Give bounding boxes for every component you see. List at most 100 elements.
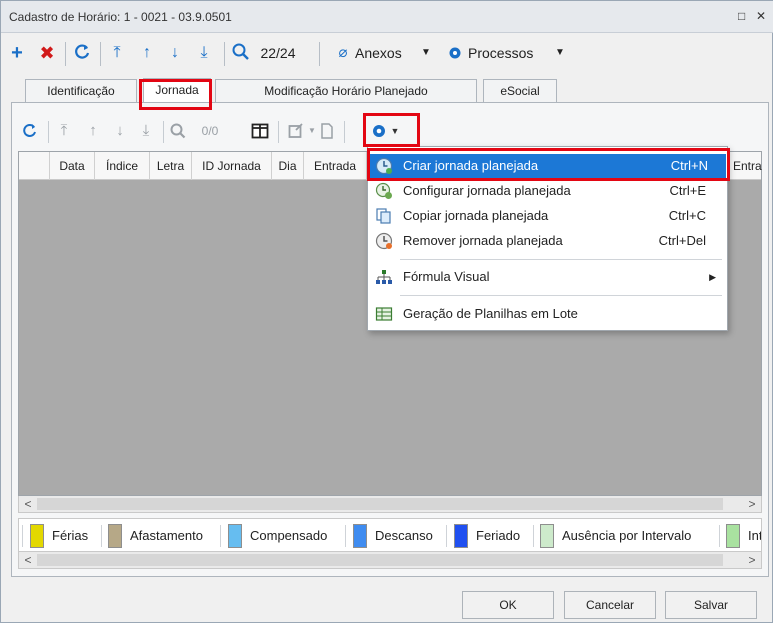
legend-swatch xyxy=(108,524,122,548)
remove-clock-icon xyxy=(375,232,393,250)
menu-item-label: Copiar jornada planejada xyxy=(403,208,549,223)
scrollbar-thumb[interactable] xyxy=(37,498,723,510)
legend-horizontal-scrollbar[interactable]: < > xyxy=(18,552,762,569)
scroll-left-icon[interactable]: < xyxy=(19,552,37,568)
legend-label: Ausência por Intervalo xyxy=(562,528,692,543)
create-clock-icon xyxy=(375,157,393,175)
cancel-button[interactable]: Cancelar xyxy=(564,591,656,619)
next-row-button[interactable]: ↓ xyxy=(112,120,128,142)
scroll-right-icon[interactable]: > xyxy=(743,552,761,568)
save-button[interactable]: Salvar xyxy=(665,591,757,619)
ok-button[interactable]: OK xyxy=(462,591,554,619)
previous-record-button[interactable]: ↑ xyxy=(138,42,156,64)
column-header[interactable]: Índice xyxy=(95,152,150,180)
column-header[interactable]: Dia xyxy=(272,152,304,180)
chevron-down-icon[interactable]: ▼ xyxy=(420,42,432,64)
window: Cadastro de Horário: 1 - 0021 - 03.9.050… xyxy=(0,0,773,623)
configure-clock-icon xyxy=(375,182,392,199)
previous-row-button[interactable]: ↑ xyxy=(85,120,101,142)
legend-label: Compensado xyxy=(250,528,328,543)
first-row-button[interactable]: ⤒ xyxy=(55,120,73,142)
processes-menu[interactable]: Processos xyxy=(468,42,548,64)
paperclip-icon: ⌀ xyxy=(338,44,348,61)
scroll-left-icon[interactable]: < xyxy=(19,496,37,512)
menu-item-label: Fórmula Visual xyxy=(403,269,490,284)
add-button[interactable]: + xyxy=(8,42,26,64)
gear-icon xyxy=(449,47,461,59)
main-toolbar: + ✖ ⤒ ↑ ↓ ⤓ 22/24 ⌀ Anexos ▼ Processos ▼ xyxy=(1,34,773,72)
row-indicator-header xyxy=(19,152,50,180)
legend-label: Descanso xyxy=(375,528,433,543)
refresh-icon xyxy=(23,124,36,137)
copy-icon xyxy=(376,208,391,224)
tab-identificacao[interactable]: Identificação xyxy=(25,79,137,102)
document-icon xyxy=(321,123,333,139)
menu-item-shortcut: Ctrl+E xyxy=(669,183,706,198)
menu-item-shortcut: Ctrl+Del xyxy=(658,233,706,248)
menu-item-label: Remover jornada planejada xyxy=(403,233,563,248)
menu-item-shortcut: Ctrl+C xyxy=(668,208,706,223)
close-button[interactable]: ✕ xyxy=(756,9,766,23)
menu-item-remover-jornada[interactable]: Remover jornada planejada Ctrl+Del xyxy=(369,229,726,253)
submenu-arrow-icon: ▶ xyxy=(709,272,716,282)
column-header[interactable]: ID Jornada xyxy=(192,152,272,180)
menu-item-shortcut: Ctrl+N xyxy=(670,158,708,173)
refresh-grid-button[interactable] xyxy=(21,120,41,142)
menu-item-copiar-jornada[interactable]: Copiar jornada planejada Ctrl+C xyxy=(369,204,726,228)
actions-gear-button[interactable] xyxy=(370,120,388,142)
title-bar: Cadastro de Horário: 1 - 0021 - 03.9.050… xyxy=(1,1,773,33)
column-layout-button[interactable] xyxy=(251,120,271,142)
legend-swatch xyxy=(454,524,468,548)
legend-swatch xyxy=(353,524,367,548)
legend-swatch xyxy=(30,524,44,548)
sub-toolbar: ⤒ ↑ ↓ ⤓ 0/0 ▼ ▼ xyxy=(11,114,769,148)
column-header[interactable]: Entra xyxy=(729,152,762,180)
legend-swatch xyxy=(540,524,554,548)
scrollbar-thumb[interactable] xyxy=(37,554,723,566)
refresh-icon xyxy=(75,44,90,59)
attachments-menu[interactable]: Anexos xyxy=(355,42,417,64)
legend-bar: Férias Afastamento Compensado Descanso F… xyxy=(18,518,762,552)
last-record-button[interactable]: ⤓ xyxy=(194,42,214,64)
formula-icon xyxy=(376,270,392,284)
window-title: Cadastro de Horário: 1 - 0021 - 03.9.050… xyxy=(9,10,232,24)
first-record-button[interactable]: ⤒ xyxy=(107,42,127,64)
menu-item-configurar-jornada[interactable]: Configurar jornada planejada Ctrl+E xyxy=(369,179,726,203)
last-row-button[interactable]: ⤓ xyxy=(137,120,155,142)
search-button[interactable] xyxy=(231,42,251,64)
refresh-button[interactable] xyxy=(72,42,94,64)
column-header[interactable]: Entrada xyxy=(304,152,367,180)
spreadsheet-icon xyxy=(375,307,393,321)
menu-item-geracao-planilhas[interactable]: Geração de Planilhas em Lote xyxy=(369,302,726,326)
export-icon xyxy=(288,123,303,138)
record-counter: 22/24 xyxy=(260,45,296,61)
chevron-down-icon[interactable]: ▼ xyxy=(554,42,566,64)
tab-jornada[interactable]: Jornada xyxy=(143,78,211,103)
grid-horizontal-scrollbar[interactable]: < > xyxy=(18,496,762,513)
search-icon xyxy=(232,43,249,60)
chevron-down-icon[interactable]: ▼ xyxy=(389,120,401,142)
menu-item-criar-jornada[interactable]: Criar jornada planejada Ctrl+N xyxy=(369,154,726,178)
columns-icon xyxy=(251,123,269,139)
tab-modificacao-horario[interactable]: Modificação Horário Planejado xyxy=(215,79,477,102)
menu-separator xyxy=(400,295,722,296)
column-header[interactable]: Letra xyxy=(150,152,192,180)
legend-label: Afastamento xyxy=(130,528,203,543)
menu-item-formula-visual[interactable]: Fórmula Visual ▶ xyxy=(369,265,726,289)
grid-counter: 0/0 xyxy=(201,124,219,138)
column-header[interactable]: Data xyxy=(50,152,95,180)
tab-esocial[interactable]: eSocial xyxy=(483,79,557,102)
legend-swatch xyxy=(228,524,242,548)
gear-icon xyxy=(373,125,385,137)
scroll-right-icon[interactable]: > xyxy=(743,496,761,512)
report-button[interactable] xyxy=(320,120,336,142)
delete-button[interactable]: ✖ xyxy=(38,42,56,64)
legend-label: Feriado xyxy=(476,528,521,543)
processes-icon-wrap xyxy=(447,42,463,64)
legend-label: Int xyxy=(748,528,762,543)
grid-search-button[interactable] xyxy=(169,120,187,142)
next-record-button[interactable]: ↓ xyxy=(166,42,184,64)
chevron-down-icon[interactable]: ▼ xyxy=(307,120,317,142)
maximize-button[interactable]: □ xyxy=(738,9,745,23)
export-button[interactable] xyxy=(288,120,306,142)
